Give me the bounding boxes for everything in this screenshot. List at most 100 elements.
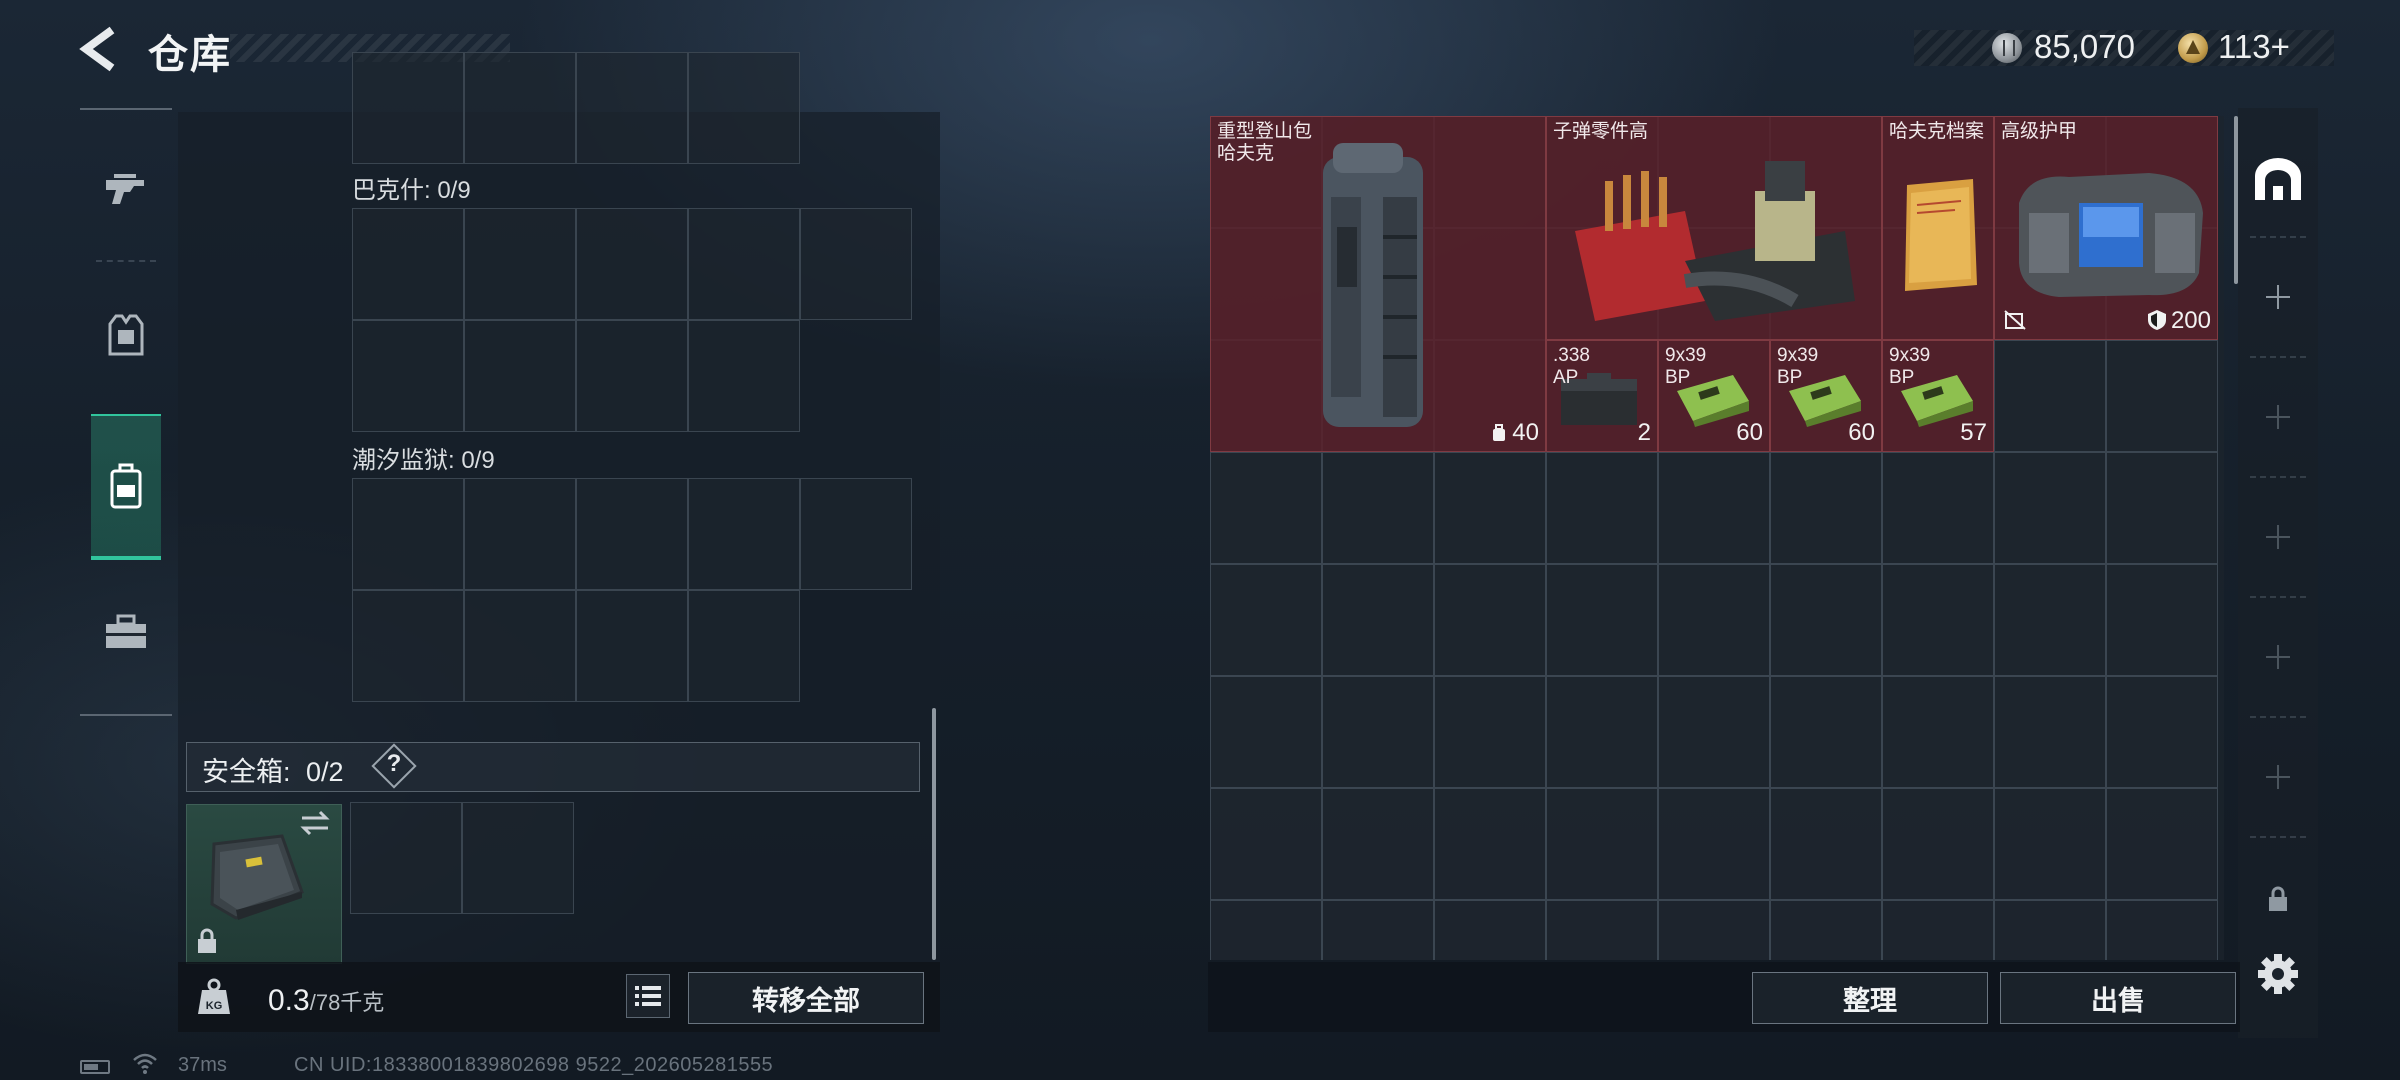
slot[interactable] [464,320,576,432]
slot[interactable] [1434,788,1546,900]
slot[interactable] [464,478,576,590]
slot[interactable] [350,802,462,914]
add-stash-page-button[interactable] [2238,598,2318,716]
stash-item-ammo-338[interactable]: .338 AP 2 [1546,340,1658,452]
slot[interactable] [576,320,688,432]
slot[interactable] [1434,452,1546,564]
gear-icon[interactable] [2256,952,2300,996]
slot[interactable] [1210,900,1322,960]
slot[interactable] [1770,900,1882,960]
slot[interactable] [352,52,464,164]
slot[interactable] [1994,788,2106,900]
slot[interactable] [1546,676,1658,788]
add-stash-page-button[interactable] [2238,478,2318,596]
slot[interactable] [1658,564,1770,676]
slot[interactable] [1210,452,1322,564]
slot[interactable] [688,478,800,590]
sidebar-item-backpack[interactable] [91,414,161,560]
sidebar-item-armor[interactable] [80,266,172,406]
slot[interactable] [1546,788,1658,900]
back-button[interactable] [78,26,124,72]
slot[interactable] [2106,340,2218,452]
slot[interactable] [2106,900,2218,960]
slot[interactable] [1770,788,1882,900]
slot[interactable] [576,208,688,320]
slot[interactable] [1658,452,1770,564]
slot[interactable] [464,590,576,702]
slot[interactable] [352,320,464,432]
slot[interactable] [1322,676,1434,788]
slot[interactable] [688,320,800,432]
slot[interactable] [1658,900,1770,960]
stash-item-ammo-9x39[interactable]: 9x39 BP 60 [1658,340,1770,452]
slot[interactable] [1994,900,2106,960]
slot[interactable] [1994,564,2106,676]
slot[interactable] [352,208,464,320]
slot[interactable] [1994,676,2106,788]
sort-button[interactable]: 整理 [1752,972,1988,1024]
slot[interactable] [1434,564,1546,676]
slot[interactable] [464,208,576,320]
slot[interactable] [1210,676,1322,788]
slot[interactable] [2106,452,2218,564]
slot[interactable] [800,208,912,320]
slot[interactable] [688,590,800,702]
slot[interactable] [576,52,688,164]
slot[interactable] [1882,564,1994,676]
slot[interactable] [1658,788,1770,900]
slot[interactable] [1322,900,1434,960]
add-stash-page-button[interactable] [2238,358,2318,476]
slot[interactable] [1322,788,1434,900]
slot[interactable] [1434,676,1546,788]
container-slots-top [352,52,800,164]
slot[interactable] [1322,564,1434,676]
stash-page-main[interactable] [2238,120,2318,238]
slot[interactable] [462,802,574,914]
stash-item-ammo-9x39[interactable]: 9x39 BP 60 [1770,340,1882,452]
slot[interactable] [1994,340,2106,452]
left-scrollbar[interactable] [932,708,936,960]
slot[interactable] [1994,452,2106,564]
slot[interactable] [464,52,576,164]
slot[interactable] [1210,788,1322,900]
slot[interactable] [576,478,688,590]
slot[interactable] [1770,564,1882,676]
slot[interactable] [688,208,800,320]
sidebar-item-weapons[interactable] [80,120,172,260]
slot[interactable] [2106,676,2218,788]
slot[interactable] [1546,564,1658,676]
stash-item-backpack[interactable]: 重型登山包 哈夫克 40 [1210,116,1546,452]
slot[interactable] [1546,452,1658,564]
slot[interactable] [1434,900,1546,960]
list-view-button[interactable] [626,974,670,1018]
slot[interactable] [1882,788,1994,900]
slot[interactable] [1322,452,1434,564]
stash-item-ammo-parts[interactable]: 子弹零件高 [1546,116,1882,340]
gold-currency-value[interactable]: 113+ [2218,28,2290,66]
slot[interactable] [352,478,464,590]
slot[interactable] [2106,788,2218,900]
stash-item-documents[interactable]: 哈夫克档案 [1882,116,1994,340]
slot[interactable] [1882,452,1994,564]
sell-button[interactable]: 出售 [2000,972,2236,1024]
slot[interactable] [1770,452,1882,564]
sidebar-item-toolbox[interactable] [80,562,172,702]
stash-item-armor[interactable]: 高级护甲 200 [1994,116,2218,340]
slot[interactable] [1882,676,1994,788]
slot[interactable] [1658,676,1770,788]
slot[interactable] [1770,676,1882,788]
swap-icon[interactable] [300,810,330,836]
locked-stash-page[interactable] [2238,840,2318,958]
slot[interactable] [1882,900,1994,960]
stash-item-ammo-9x39[interactable]: 9x39 BP 57 [1882,340,1994,452]
slot[interactable] [688,52,800,164]
transfer-all-button[interactable]: 转移全部 [688,972,924,1024]
slot[interactable] [1210,564,1322,676]
slot[interactable] [576,590,688,702]
slot[interactable] [1546,900,1658,960]
slot[interactable] [2106,564,2218,676]
slot[interactable] [800,478,912,590]
add-stash-page-button[interactable] [2238,238,2318,356]
add-stash-page-button[interactable] [2238,718,2318,836]
slot[interactable] [352,590,464,702]
